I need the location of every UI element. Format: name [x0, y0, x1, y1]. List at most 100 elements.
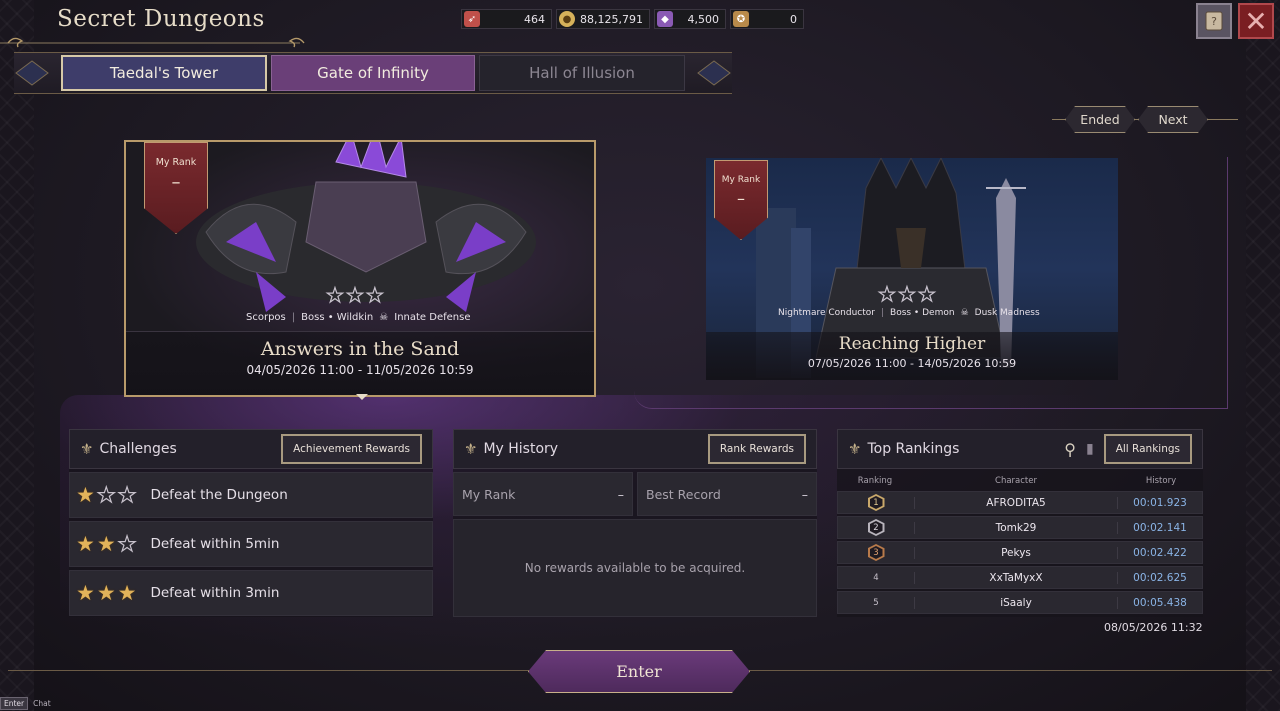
challenges-panel: ⚜ Challenges Achievement Rewards ★ ★ ★ D… [69, 429, 433, 617]
dungeon-dates: 07/05/2026 11:00 - 14/05/2026 10:59 [807, 357, 1017, 370]
empty-star-icon: ★ [897, 282, 916, 306]
all-rankings-button[interactable]: All Rankings [1103, 434, 1192, 464]
boss-name: Nightmare Conductor [778, 308, 875, 318]
ticket-icon: ➶ [464, 11, 480, 27]
ranking-row[interactable]: 5 iSaaly 00:05.438 [837, 591, 1203, 614]
filled-star-icon: ★ [76, 531, 95, 556]
history-panel: ⚜ My History Rank Rewards My Rank – Best… [453, 429, 817, 617]
my-rank-label: My Rank [462, 486, 516, 502]
silver-coin-icon: ● [559, 11, 575, 27]
clear-time: 00:05.438 [1133, 596, 1187, 609]
filled-star-icon: ★ [96, 580, 116, 605]
boss-tags: Nightmare Conductor | Boss • Demon ☠ Dus… [778, 308, 1040, 318]
ranking-cell: 2 [838, 519, 914, 536]
staff-class-icon[interactable]: ⚲ [1064, 440, 1076, 459]
my-rank-label: My Rank [155, 157, 197, 168]
empty-rewards-message: No rewards available to be acquired. [453, 519, 817, 617]
achievement-rewards-button[interactable]: Achievement Rewards [281, 434, 422, 464]
challenge-row: ★ ★ ★ Defeat within 5min [69, 521, 433, 567]
empty-star-icon: ★ [917, 282, 936, 306]
clear-time: 00:02.422 [1133, 546, 1187, 559]
empty-star-icon: ★ [96, 482, 116, 507]
selected-card-pointer [356, 394, 368, 400]
boss-type: Boss • Wildkin [301, 312, 374, 323]
rankings-timestamp: 08/05/2026 11:32 [1104, 621, 1203, 634]
tabs-left-ornament-icon [15, 60, 49, 86]
ranking-cell: 3 [838, 544, 914, 561]
my-rank-value: – [617, 486, 624, 502]
rank-number: 3 [869, 546, 883, 559]
rankings-panel: ⚜ Top Rankings ⚲ ▮ All Rankings Ranking … [837, 429, 1203, 617]
challenge-label: Defeat within 3min [150, 585, 280, 601]
currency-value: 4,500 [687, 12, 720, 26]
tab-hall-of-illusion[interactable]: Hall of Illusion [479, 55, 685, 91]
character-name: Pekys [914, 546, 1118, 559]
clear-time: 00:02.625 [1133, 571, 1187, 584]
page-title: Secret Dungeons [57, 6, 265, 32]
clear-time: 00:02.141 [1133, 521, 1187, 534]
challenge-stars: ★ ★ ★ [76, 531, 137, 556]
panel-title: My History [483, 441, 559, 457]
medal-icon: ✪ [733, 11, 749, 27]
filled-star-icon: ★ [76, 482, 95, 507]
ranking-row[interactable]: 4 XxTaMyxX 00:02.625 [837, 566, 1203, 589]
panel-header: ⚜ Challenges Achievement Rewards [69, 429, 433, 469]
next-button[interactable]: Next [1138, 106, 1208, 133]
currency-silver: ● 88,125,791 [556, 9, 650, 29]
rank-rewards-button[interactable]: Rank Rewards [707, 434, 806, 464]
enter-button[interactable]: Enter [528, 650, 750, 693]
filled-star-icon: ★ [117, 580, 137, 605]
boss-type: Boss • Demon [890, 308, 955, 318]
rankings-header-row: Ranking Character History [837, 471, 1203, 491]
boss-tags: Scorpos | Boss • Wildkin ☠ Innate Defens… [246, 312, 470, 323]
ranking-row[interactable]: 2 Tomk29 00:02.141 [837, 516, 1203, 539]
tab-taedals-tower[interactable]: Taedal's Tower [61, 55, 267, 91]
left-border-pattern [0, 0, 34, 711]
chat-hint-label: Chat [33, 699, 51, 708]
ranking-filters: ⚲ ▮ [1064, 440, 1093, 459]
dungeon-title: Reaching Higher [838, 334, 986, 354]
currency-bar: ➶ 464 ● 88,125,791 ◆ 4,500 ✪ 0 [461, 9, 804, 29]
panel-title: Challenges [99, 441, 177, 457]
challenge-row: ★ ★ ★ Defeat the Dungeon [69, 472, 433, 518]
challenge-stars: ★ ★ ★ [76, 482, 137, 507]
empty-star-icon: ★ [325, 283, 344, 307]
fleur-icon: ⚜ [464, 440, 478, 458]
ended-button[interactable]: Ended [1065, 106, 1135, 133]
empty-star-icon: ★ [365, 283, 384, 307]
challenge-label: Defeat within 5min [150, 536, 280, 552]
currency-value: 0 [790, 12, 797, 26]
close-button[interactable]: ✕ [1238, 3, 1274, 39]
character-name: iSaaly [914, 596, 1118, 609]
ranking-row[interactable]: 3 Pekys 00:02.422 [837, 541, 1203, 564]
title-flourish [0, 37, 305, 48]
dungeon-dates: 04/05/2026 11:00 - 11/05/2026 10:59 [246, 363, 474, 377]
tag-separator: | [880, 308, 885, 318]
boss-name: Scorpos [246, 312, 286, 323]
rank-medal-icon: 3 [867, 544, 885, 561]
book-class-icon[interactable]: ▮ [1086, 441, 1094, 457]
boss-trait: Dusk Madness [974, 308, 1040, 318]
filled-star-icon: ★ [76, 580, 95, 605]
tab-gate-of-infinity[interactable]: Gate of Infinity [271, 55, 475, 91]
card-info: Answers in the Sand 04/05/2026 11:00 - 1… [126, 331, 594, 395]
currency-value: 464 [524, 12, 545, 26]
rank-number: 1 [869, 496, 883, 509]
difficulty-stars: ★ ★ ★ [325, 283, 384, 307]
my-rank-cell: My Rank – [453, 472, 633, 516]
skull-icon: ☠ [379, 312, 389, 323]
help-button[interactable]: ? [1196, 3, 1232, 39]
best-record-cell: Best Record – [637, 472, 817, 516]
dungeon-card-answers-in-the-sand[interactable]: My Rank – ★ ★ ★ Scorpos | Boss • Wildkin… [124, 140, 596, 397]
panel-header: ⚜ My History Rank Rewards [453, 429, 817, 469]
empty-star-icon: ★ [877, 282, 896, 306]
best-record-label: Best Record [646, 486, 721, 502]
ranking-row[interactable]: 1 AFRODITA5 00:01.923 [837, 491, 1203, 514]
dungeon-card-reaching-higher[interactable]: My Rank – ★ ★ ★ Nightmare Conductor | Bo… [706, 158, 1118, 380]
close-icon: ✕ [1244, 4, 1268, 38]
chat-hint: Enter Chat [0, 697, 51, 710]
currency-medals: ✪ 0 [730, 9, 804, 29]
challenge-label: Defeat the Dungeon [150, 487, 288, 503]
rank-medal-icon: 2 [867, 519, 885, 536]
filled-star-icon: ★ [96, 531, 116, 556]
